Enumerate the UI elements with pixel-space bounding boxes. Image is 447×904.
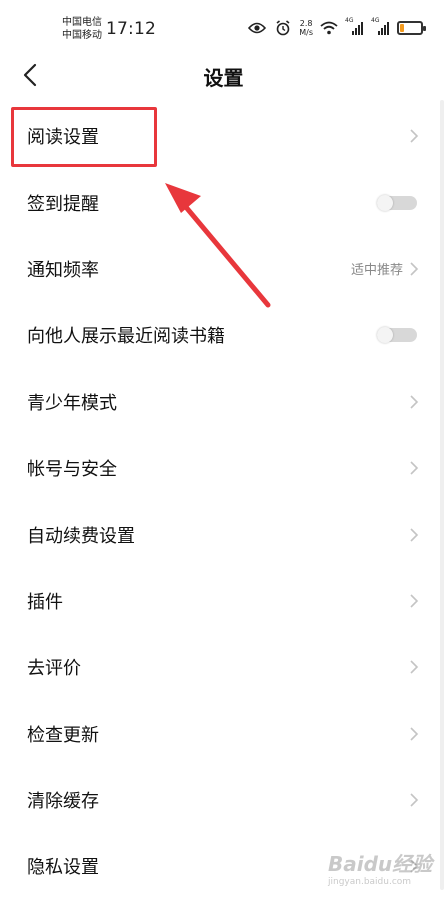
chevron-right-icon	[410, 395, 419, 409]
settings-row-label: 青少年模式	[27, 392, 117, 414]
settings-row[interactable]: 自动续费设置	[0, 501, 447, 567]
speed-value: 2.8	[299, 19, 313, 28]
chevron-right-icon	[410, 660, 419, 674]
chevron-right-icon	[410, 527, 419, 542]
watermark-brand: Baidu经验	[328, 852, 433, 876]
toggle-switch[interactable]	[377, 194, 417, 211]
settings-row-label: 通知频率	[27, 259, 99, 281]
settings-row[interactable]: 检查更新	[0, 701, 447, 767]
settings-row[interactable]: 向他人展示最近阅读书籍	[0, 302, 447, 368]
settings-row-label: 去评价	[27, 658, 81, 680]
toggle-knob	[377, 327, 393, 344]
settings-row[interactable]: 去评价	[0, 634, 447, 700]
settings-row[interactable]: 通知频率 适中推荐	[0, 236, 447, 302]
watermark-url: jingyan.baidu.com	[328, 877, 412, 887]
chevron-right-icon	[410, 727, 419, 741]
wifi-icon	[319, 19, 339, 37]
settings-row[interactable]: 插件	[0, 568, 447, 634]
settings-row[interactable]: 青少年模式	[0, 369, 447, 435]
settings-row-label: 插件	[27, 591, 63, 613]
watermark: Baidu经验 jingyan.baidu.com	[328, 848, 438, 892]
alarm-icon	[273, 19, 293, 37]
header: 设置	[0, 54, 447, 98]
signal-icon: 4G	[371, 17, 391, 37]
carrier-1: 中国电信	[62, 17, 102, 28]
settings-row-value: 适中推荐	[350, 263, 403, 279]
settings-row[interactable]: 帐号与安全	[0, 435, 447, 501]
settings-row[interactable]: 清除缓存	[0, 767, 447, 833]
signal-label-1: 4G	[345, 17, 354, 24]
settings-row-label: 向他人展示最近阅读书籍	[27, 326, 225, 348]
highlight-box	[11, 107, 157, 167]
page-title: 设置	[203, 66, 244, 90]
settings-row-label: 检查更新	[27, 724, 99, 746]
settings-row-label: 签到提醒	[27, 193, 99, 215]
status-bar: 中国电信 中国移动 17:12 2.8 M/s 4G 4G	[0, 0, 447, 54]
carrier-2: 中国移动	[62, 30, 102, 41]
signal-label-2: 4G	[371, 17, 380, 24]
chevron-right-icon	[410, 793, 419, 807]
carrier-info: 中国电信 中国移动	[62, 16, 102, 42]
clock: 17:12	[106, 19, 156, 39]
signal-icon: 4G	[345, 17, 365, 37]
toggle-switch[interactable]	[377, 327, 417, 344]
chevron-right-icon	[410, 461, 419, 475]
status-icons: 2.8 M/s 4G 4G	[247, 17, 426, 38]
settings-row-label: 清除缓存	[27, 791, 99, 813]
chevron-right-icon	[410, 129, 419, 143]
eye-icon	[247, 19, 267, 37]
speed-unit: M/s	[299, 28, 313, 37]
toggle-knob	[377, 194, 393, 211]
settings-row-label: 自动续费设置	[27, 525, 135, 547]
settings-row[interactable]: 签到提醒	[0, 169, 447, 235]
battery-icon	[397, 21, 426, 35]
settings-list: 阅读设置 签到提醒 通知频率 适中推荐 向他人展示最近阅读书籍 青少年模式 帐号与安全 自动续…	[0, 103, 447, 900]
chevron-right-icon	[410, 594, 419, 608]
battery-level	[400, 24, 405, 32]
network-speed: 2.8 M/s	[299, 19, 313, 37]
settings-row-label: 帐号与安全	[27, 459, 117, 481]
chevron-right-icon	[410, 262, 419, 276]
